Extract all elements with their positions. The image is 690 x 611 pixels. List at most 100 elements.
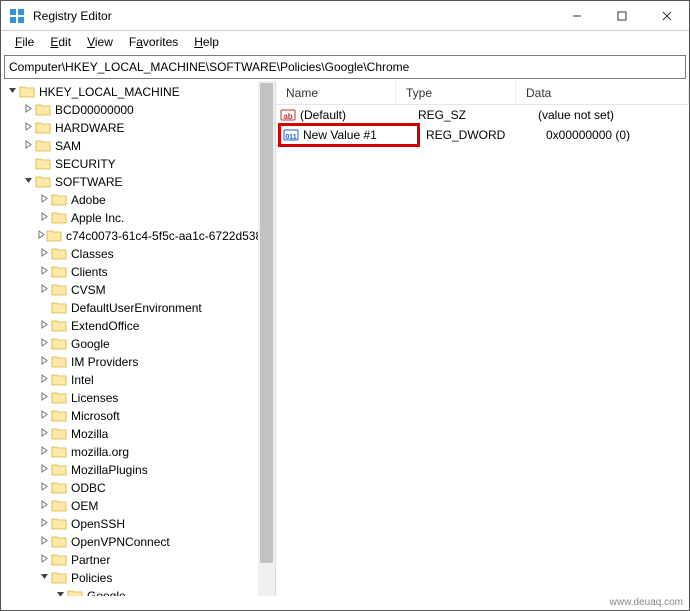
folder-icon — [51, 571, 67, 585]
menu-edit[interactable]: Edit — [42, 33, 79, 51]
folder-icon — [51, 355, 67, 369]
tree-label: Mozilla — [71, 427, 108, 441]
folder-icon — [51, 247, 67, 261]
tree-label: Classes — [71, 247, 114, 261]
column-header-data[interactable]: Data — [516, 81, 689, 104]
folder-icon — [19, 85, 35, 99]
tree-item-apple[interactable]: Apple Inc. — [5, 209, 275, 227]
tree-item-microsoft[interactable]: Microsoft — [5, 407, 275, 425]
tree-item-guid[interactable]: c74c0073-61c4-5f5c-aa1c-6722d538bc46 — [5, 227, 275, 245]
menu-view[interactable]: View — [79, 33, 121, 51]
tree-label: Clients — [71, 265, 108, 279]
chevron-right-icon[interactable] — [37, 266, 51, 278]
tree-label: OEM — [71, 499, 98, 513]
tree-item-mozilla[interactable]: Mozilla — [5, 425, 275, 443]
maximize-button[interactable] — [599, 1, 644, 31]
chevron-right-icon[interactable] — [37, 320, 51, 332]
column-header-name[interactable]: Name — [276, 81, 396, 104]
scrollbar-thumb[interactable] — [260, 83, 273, 563]
chevron-right-icon[interactable] — [37, 194, 51, 206]
folder-icon — [51, 265, 67, 279]
chevron-right-icon[interactable] — [37, 392, 51, 404]
tree-label: SECURITY — [55, 157, 116, 171]
menu-help-label: elp — [203, 35, 219, 49]
tree-item-policies_google[interactable]: Google — [5, 587, 275, 596]
scrollbar-vertical[interactable] — [258, 81, 275, 596]
tree-item-defaultuser[interactable]: DefaultUserEnvironment — [5, 299, 275, 317]
chevron-right-icon[interactable] — [37, 428, 51, 440]
chevron-right-icon[interactable] — [37, 230, 46, 242]
chevron-right-icon[interactable] — [21, 104, 35, 116]
tree-item-policies[interactable]: Policies — [5, 569, 275, 587]
folder-icon — [51, 193, 67, 207]
tree-item-openssh[interactable]: OpenSSH — [5, 515, 275, 533]
list-row[interactable]: ab(Default)REG_SZ(value not set) — [276, 105, 689, 125]
menu-favorites[interactable]: Favorites — [121, 33, 186, 51]
chevron-down-icon[interactable] — [37, 572, 51, 584]
list-header: Name Type Data — [276, 81, 689, 105]
tree-item-openvpn[interactable]: OpenVPNConnect — [5, 533, 275, 551]
folder-icon — [35, 121, 51, 135]
folder-icon — [35, 157, 51, 171]
list-row[interactable]: 011New Value #1REG_DWORD0x00000000 (0) — [276, 125, 689, 145]
chevron-right-icon[interactable] — [37, 284, 51, 296]
tree-item-classes[interactable]: Classes — [5, 245, 275, 263]
minimize-button[interactable] — [554, 1, 599, 31]
chevron-right-icon[interactable] — [37, 446, 51, 458]
tree-item-extendoffice[interactable]: ExtendOffice — [5, 317, 275, 335]
chevron-right-icon[interactable] — [37, 536, 51, 548]
chevron-right-icon[interactable] — [21, 140, 35, 152]
tree-item-mozillaplugins[interactable]: MozillaPlugins — [5, 461, 275, 479]
chevron-right-icon[interactable] — [37, 554, 51, 566]
tree-item-partner[interactable]: Partner — [5, 551, 275, 569]
tree-item-adobe[interactable]: Adobe — [5, 191, 275, 209]
chevron-down-icon[interactable] — [53, 590, 67, 596]
tree-label: mozilla.org — [71, 445, 129, 459]
tree-item-hardware[interactable]: HARDWARE — [5, 119, 275, 137]
tree-item-intel[interactable]: Intel — [5, 371, 275, 389]
tree-label: MozillaPlugins — [71, 463, 148, 477]
tree-item-bcd[interactable]: BCD00000000 — [5, 101, 275, 119]
folder-icon — [51, 319, 67, 333]
tree-label: Microsoft — [71, 409, 120, 423]
chevron-right-icon[interactable] — [37, 518, 51, 530]
tree-item-licenses[interactable]: Licenses — [5, 389, 275, 407]
tree-panel: HKEY_LOCAL_MACHINEBCD00000000HARDWARE SAM… — [1, 81, 276, 596]
tree-label: SAM — [55, 139, 81, 153]
menu-help[interactable]: Help — [186, 33, 227, 51]
chevron-right-icon[interactable] — [21, 122, 35, 134]
chevron-right-icon[interactable] — [37, 356, 51, 368]
chevron-down-icon[interactable] — [21, 176, 35, 188]
tree-item-sam[interactable]: SAM — [5, 137, 275, 155]
chevron-right-icon[interactable] — [37, 374, 51, 386]
tree-item-improviders[interactable]: IM Providers — [5, 353, 275, 371]
tree-item-software[interactable]: SOFTWARE — [5, 173, 275, 191]
list-panel: Name Type Data ab(Default)REG_SZ(value n… — [276, 81, 689, 596]
chevron-right-icon[interactable] — [37, 500, 51, 512]
tree-item-odbc[interactable]: ODBC — [5, 479, 275, 497]
close-button[interactable] — [644, 1, 689, 31]
tree-item-oem[interactable]: OEM — [5, 497, 275, 515]
tree-item-cvsm[interactable]: CVSM — [5, 281, 275, 299]
tree-item-clients[interactable]: Clients — [5, 263, 275, 281]
chevron-right-icon[interactable] — [37, 248, 51, 260]
column-header-type[interactable]: Type — [396, 81, 516, 104]
tree-item-security[interactable]: SECURITY — [5, 155, 275, 173]
folder-icon — [35, 103, 51, 117]
tree-item-mozillaorg[interactable]: mozilla.org — [5, 443, 275, 461]
menu-edit-label: dit — [58, 35, 71, 49]
address-bar[interactable]: Computer\HKEY_LOCAL_MACHINE\SOFTWARE\Pol… — [4, 55, 686, 79]
chevron-right-icon[interactable] — [37, 482, 51, 494]
folder-icon — [51, 427, 67, 441]
chevron-right-icon[interactable] — [37, 212, 51, 224]
chevron-right-icon[interactable] — [37, 464, 51, 476]
tree-item-google[interactable]: Google — [5, 335, 275, 353]
chevron-down-icon[interactable] — [5, 86, 19, 98]
chevron-right-icon[interactable] — [37, 338, 51, 350]
menu-file[interactable]: File — [7, 33, 42, 51]
value-type: REG_SZ — [412, 108, 532, 122]
chevron-right-icon[interactable] — [37, 410, 51, 422]
address-path: Computer\HKEY_LOCAL_MACHINE\SOFTWARE\Pol… — [9, 60, 409, 74]
tree-item-root[interactable]: HKEY_LOCAL_MACHINE — [5, 83, 275, 101]
app-icon — [9, 8, 25, 24]
